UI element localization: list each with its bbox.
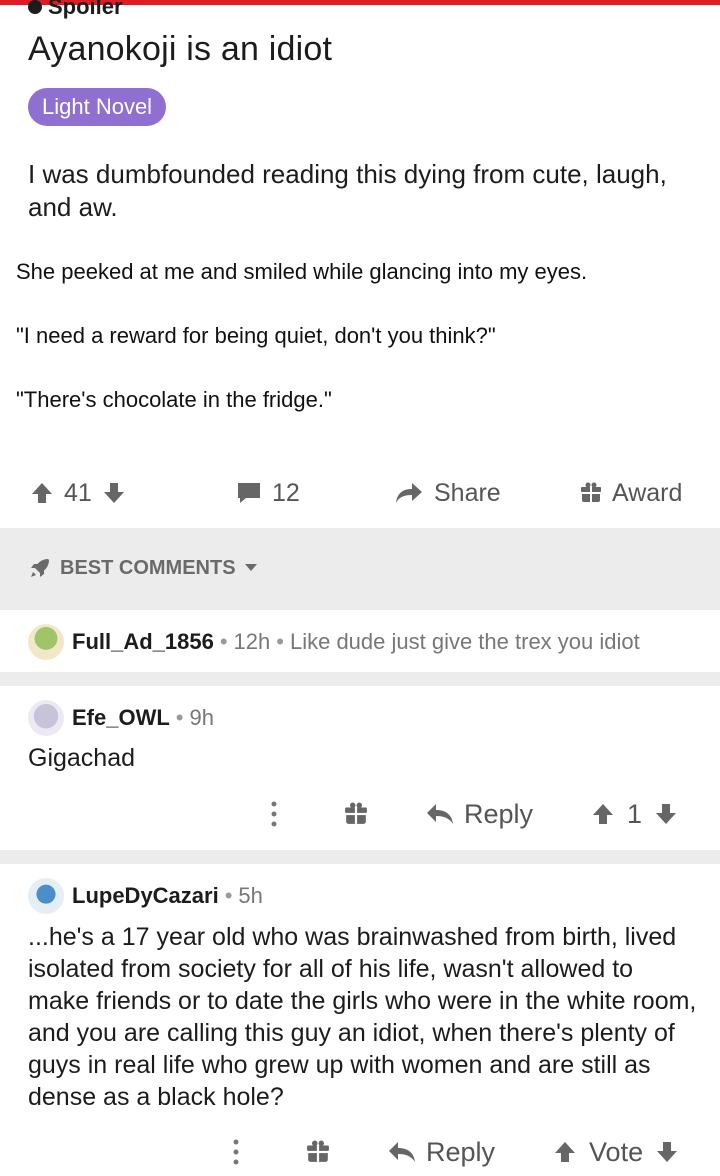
comment-age: 9h [189, 705, 214, 730]
comment-username[interactable]: LupeDyCazari [72, 883, 219, 909]
post-quote-3: "There's chocolate in the fridge." [16, 387, 332, 412]
comment-age: 12h [233, 629, 271, 654]
post-title: Ayanokoji is an idiot [28, 30, 333, 68]
reply-icon [389, 1142, 415, 1162]
comment-vote-count: 1 [627, 798, 643, 829]
upvote-icon[interactable] [553, 1140, 577, 1164]
comment-actions-2: Reply 1 [262, 796, 678, 832]
more-options-icon[interactable] [262, 796, 286, 832]
award-button[interactable]: Award [580, 479, 682, 508]
gift-icon[interactable] [306, 1140, 330, 1164]
separator-dot: • [224, 883, 233, 908]
avatar[interactable] [28, 700, 64, 736]
downvote-icon[interactable] [654, 802, 678, 826]
share-label: Share [434, 478, 501, 507]
comments-count: 12 [272, 478, 300, 507]
comment-header-3: LupeDyCazari • 5h [28, 878, 263, 914]
sort-dropdown[interactable]: BEST COMMENTS [28, 556, 258, 580]
post-quote-1: She peeked at me and smiled while glanci… [16, 259, 588, 284]
avatar[interactable] [28, 878, 64, 914]
separator-dot: • [175, 705, 184, 730]
post-action-bar: 41 12 Share Award [0, 470, 720, 516]
upvote-icon[interactable] [30, 481, 54, 505]
downvote-icon[interactable] [102, 481, 126, 505]
reply-icon [427, 804, 453, 824]
separator-dot: • [276, 629, 284, 654]
post-vote-count: 41 [64, 478, 92, 507]
chevron-down-icon [244, 564, 257, 571]
share-button[interactable]: Share [394, 479, 501, 508]
spoiler-label: Spoiler [48, 0, 123, 19]
reply-button[interactable]: Reply [426, 799, 533, 830]
comment-header-2: Efe_OWL • 9h [28, 700, 214, 736]
sort-label: BEST COMMENTS [60, 556, 236, 579]
comment-text: Gigachad [28, 744, 136, 772]
spoiler-icon [28, 0, 42, 14]
comment-actions-3: Reply Vote [224, 1134, 679, 1170]
share-icon [396, 483, 422, 503]
vote-label: Vote [589, 1136, 644, 1167]
divider [0, 672, 720, 686]
reply-label: Reply [426, 1136, 496, 1167]
reply-button[interactable]: Reply [388, 1137, 495, 1168]
spoiler-tag: Spoiler [28, 0, 123, 20]
rocket-icon [31, 559, 49, 577]
gift-icon[interactable] [344, 802, 368, 826]
post-body: I was dumbfounded reading this dying fro… [28, 159, 667, 222]
comments-button[interactable]: 12 [236, 479, 300, 508]
separator-dot: • [219, 629, 228, 654]
post-vote-group: 41 [30, 479, 126, 508]
downvote-icon[interactable] [655, 1140, 679, 1164]
comment-collapsed-1[interactable]: Full_Ad_1856 • 12h • Like dude just give… [28, 624, 640, 660]
comment-age: 5h [238, 883, 263, 908]
comment-username[interactable]: Efe_OWL [72, 705, 170, 731]
avatar[interactable] [28, 624, 64, 660]
post-flair[interactable]: Light Novel [28, 88, 167, 126]
post-quote-2: "I need a reward for being quiet, don't … [16, 323, 496, 348]
comment-icon [238, 483, 260, 503]
upvote-icon[interactable] [591, 802, 615, 826]
divider [0, 850, 720, 864]
comment-text: Like dude just give the trex you idiot [289, 629, 640, 654]
comment-username[interactable]: Full_Ad_1856 [72, 629, 214, 655]
more-options-icon[interactable] [224, 1134, 248, 1170]
gift-icon [581, 482, 601, 502]
comment-text: ...he's a 17 year old who was brainwashe… [28, 923, 697, 1111]
reply-label: Reply [464, 798, 534, 829]
award-label: Award [612, 478, 683, 507]
